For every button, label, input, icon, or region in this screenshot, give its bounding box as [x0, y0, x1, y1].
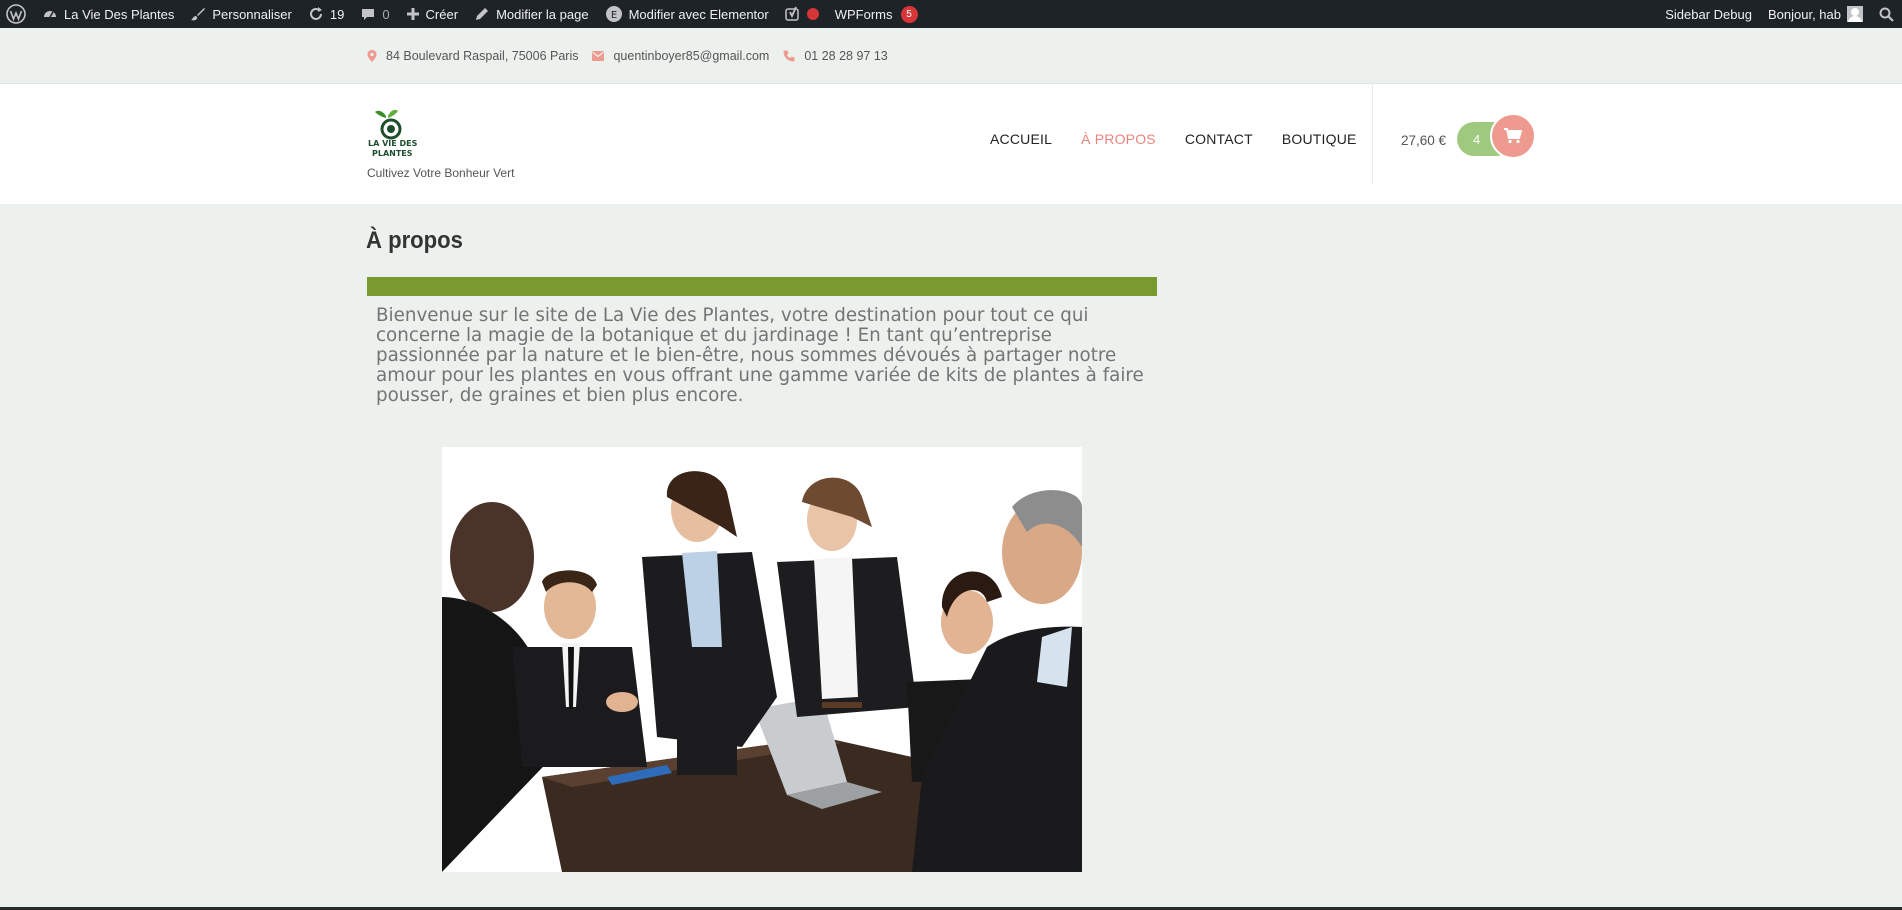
admin-bar-right: Sidebar Debug Bonjour, hab	[1657, 0, 1902, 28]
address-item: 84 Boulevard Raspail, 75006 Paris	[367, 49, 578, 63]
new-label: Créer	[425, 6, 459, 22]
elementor-icon: E	[605, 6, 622, 22]
team-meeting-photo	[442, 447, 1082, 872]
paintbrush-icon	[191, 8, 206, 21]
nav-item-a-propos[interactable]: À propos	[1081, 131, 1156, 147]
admin-bar-wpforms[interactable]: WPForms 5	[827, 0, 926, 28]
plus-icon	[406, 8, 419, 20]
site-logo[interactable]: LA VIE DES PLANTES	[367, 106, 422, 161]
main-nav: Accueil À propos Contact Boutique	[990, 131, 1357, 147]
admin-bar-yoast[interactable]	[777, 0, 827, 28]
nav-item-contact[interactable]: Contact	[1185, 131, 1253, 147]
pencil-icon	[476, 8, 489, 20]
address-text: 84 Boulevard Raspail, 75006 Paris	[386, 49, 579, 63]
updates-icon	[309, 7, 322, 20]
sidebar-debug-label: Sidebar Debug	[1665, 6, 1752, 22]
avatar	[1847, 6, 1863, 22]
comments-count: 0	[382, 6, 390, 22]
cart-total[interactable]: 27,60 €	[1401, 133, 1446, 148]
wordpress-logo-icon[interactable]	[0, 0, 34, 28]
green-divider-bar	[367, 277, 1157, 296]
map-pin-icon	[367, 50, 377, 62]
wp-admin-bar: La Vie Des Plantes Personnaliser 19 0 Cr…	[0, 0, 1902, 28]
admin-bar-search[interactable]	[1871, 0, 1902, 28]
nav-item-accueil[interactable]: Accueil	[990, 131, 1052, 147]
updates-count: 19	[329, 6, 345, 22]
phone-icon	[783, 50, 795, 62]
site-header: LA VIE DES PLANTES Cultivez Votre Bonheu…	[0, 84, 1902, 204]
page-title: À propos	[366, 227, 463, 254]
intro-paragraph: Bienvenue sur le site de La Vie des Plan…	[376, 305, 1144, 406]
admin-bar-comments[interactable]: 0	[352, 0, 397, 28]
phone-text[interactable]: 01 28 28 97 13	[804, 49, 887, 63]
admin-bar-updates[interactable]: 19	[300, 0, 352, 28]
comment-icon	[362, 9, 375, 20]
admin-bar-site-name[interactable]: La Vie Des Plantes	[34, 0, 182, 28]
site-tagline: Cultivez Votre Bonheur Vert	[367, 166, 515, 180]
edit-elementor-label: Modifier avec Elementor	[628, 6, 769, 22]
logo-text-line1: LA VIE DES	[368, 139, 418, 148]
wpforms-badge: 5	[900, 5, 918, 23]
admin-bar-elementor[interactable]: E Modifier avec Elementor	[597, 0, 777, 28]
svg-text:E: E	[610, 10, 616, 21]
admin-bar-new[interactable]: Créer	[398, 0, 467, 28]
dashboard-icon	[44, 11, 56, 18]
site-name-label: La Vie Des Plantes	[64, 6, 175, 22]
search-icon	[1879, 7, 1894, 22]
nav-item-boutique[interactable]: Boutique	[1282, 131, 1357, 147]
admin-bar-left: La Vie Des Plantes Personnaliser 19 0 Cr…	[0, 0, 926, 28]
email-text[interactable]: quentinboyer85@gmail.com	[613, 49, 769, 63]
greeting-label: Bonjour, hab	[1767, 6, 1841, 22]
shopping-cart-icon	[1504, 128, 1522, 144]
yoast-icon	[784, 6, 799, 21]
seo-status-dot	[806, 8, 819, 20]
customize-label: Personnaliser	[212, 6, 292, 22]
admin-bar-edit-page[interactable]: Modifier la page	[466, 0, 597, 28]
contact-info: 84 Boulevard Raspail, 75006 Paris quenti…	[367, 28, 888, 84]
edit-page-label: Modifier la page	[496, 6, 589, 22]
logo-text-line2: PLANTES	[372, 149, 413, 158]
cart-button[interactable]	[1490, 113, 1536, 159]
wpforms-label: WPForms	[834, 6, 893, 22]
envelope-icon	[592, 51, 605, 61]
email-item[interactable]: quentinboyer85@gmail.com	[592, 49, 769, 63]
header-divider	[1372, 84, 1373, 184]
phone-item[interactable]: 01 28 28 97 13	[783, 49, 888, 63]
contact-topbar: 84 Boulevard Raspail, 75006 Paris quenti…	[0, 28, 1902, 84]
admin-bar-customize[interactable]: Personnaliser	[182, 0, 300, 28]
admin-bar-account[interactable]: Bonjour, hab	[1760, 0, 1871, 28]
admin-bar-sidebar-debug[interactable]: Sidebar Debug	[1657, 0, 1760, 28]
